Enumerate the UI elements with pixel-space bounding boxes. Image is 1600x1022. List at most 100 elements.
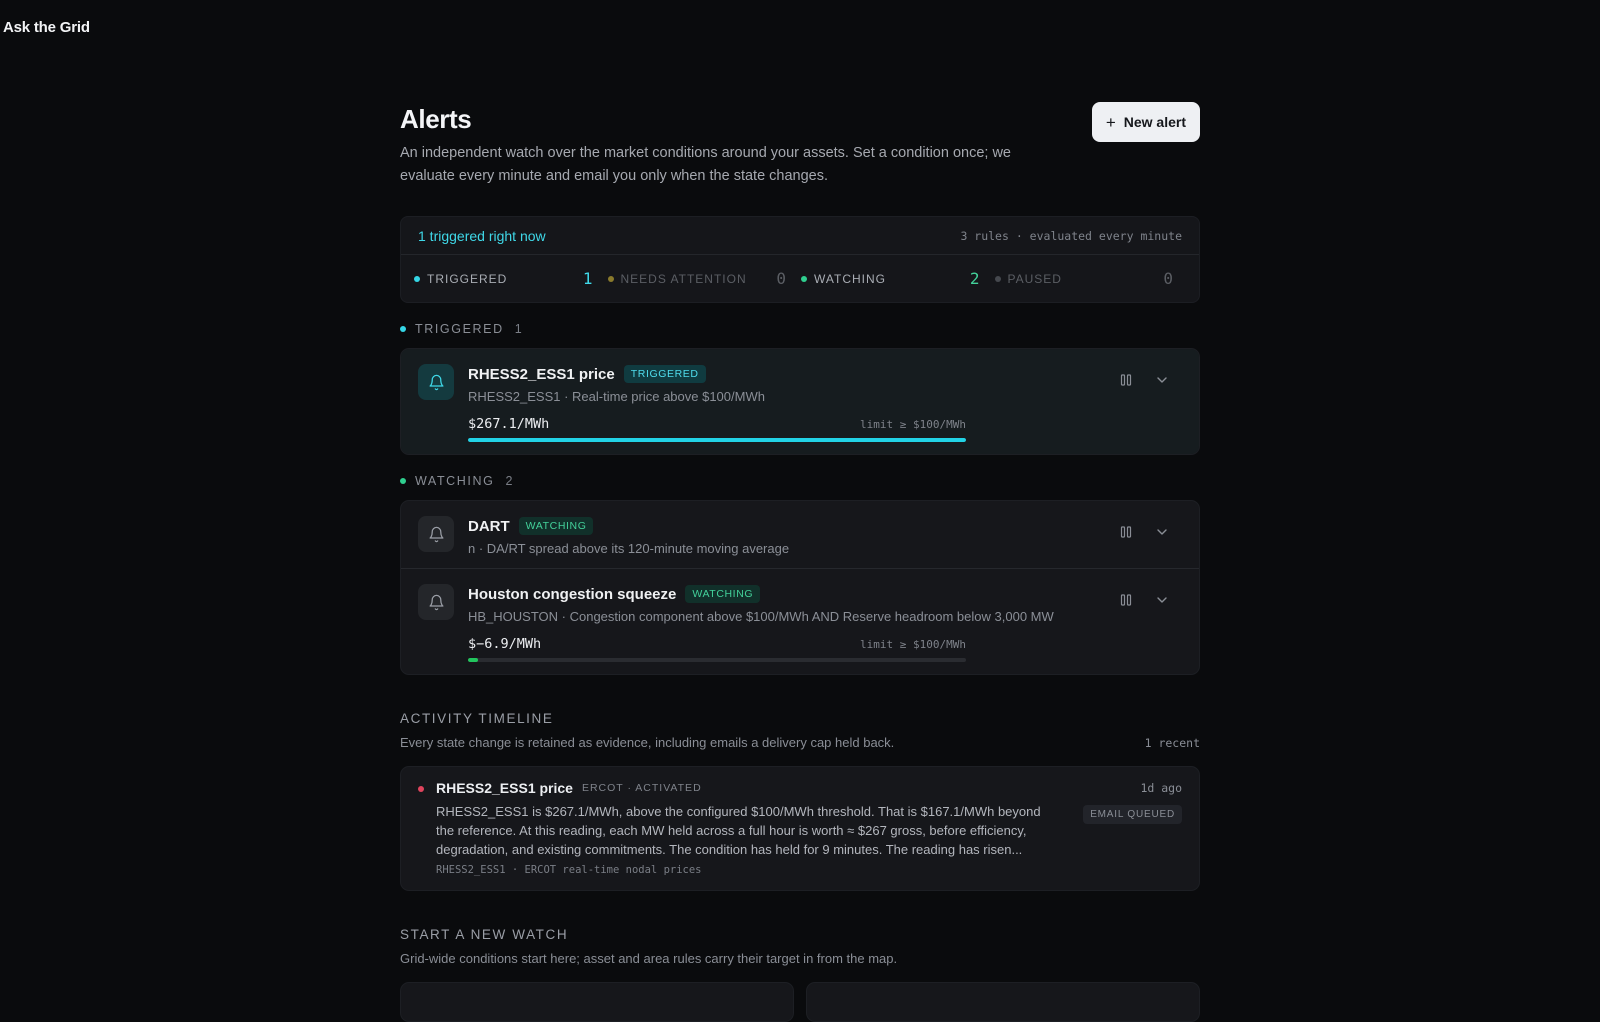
- email-status-badge: EMAIL QUEUED: [1083, 805, 1182, 824]
- alert-metric: $−6.9/MWh limit ≥ $100/MWh: [468, 636, 966, 662]
- event-time: 1d ago: [1140, 781, 1182, 795]
- alert-body: Houston congestion squeeze WATCHING HB_HOU…: [468, 584, 1182, 662]
- watching-section-label: WATCHING: [415, 474, 495, 488]
- stat-label-group: PAUSED: [994, 271, 1062, 286]
- triggered-section-count: 1: [514, 322, 524, 336]
- rules-meta: 3 rules · evaluated every minute: [960, 228, 1182, 243]
- status-stats: TRIGGERED 1 NEEDS ATTENTION 0 WATCHING 2 PAUSE…: [401, 255, 1199, 302]
- event-dot-icon: [418, 786, 424, 792]
- plus-icon: +: [1105, 112, 1116, 132]
- event-body: RHESS2_ESS1 price ERCOT · ACTIVATED RHESS2…: [436, 780, 1182, 876]
- stat-count: 0: [776, 269, 786, 288]
- pause-icon[interactable]: [1117, 523, 1135, 541]
- event-meta: ERCOT · ACTIVATED: [581, 782, 702, 794]
- alert-actions: [1117, 591, 1171, 609]
- event-title-row: RHESS2_ESS1 price ERCOT · ACTIVATED: [436, 780, 1062, 796]
- metric-limit: limit ≥ $100/MWh: [860, 638, 966, 651]
- alert-title-row: DART WATCHING: [468, 517, 1182, 535]
- new-watch-option[interactable]: [400, 982, 794, 1022]
- activity-events: RHESS2_ESS1 price ERCOT · ACTIVATED RHESS2…: [400, 766, 1200, 891]
- stat-count: 0: [1163, 269, 1173, 288]
- progress-bar: [468, 658, 966, 662]
- chevron-down-icon[interactable]: [1153, 371, 1171, 389]
- alert-card[interactable]: RHESS2_ESS1 price TRIGGERED RHESS2_ESS1 · …: [401, 349, 1199, 454]
- triggered-alerts: RHESS2_ESS1 price TRIGGERED RHESS2_ESS1 · …: [400, 348, 1200, 455]
- status-dot-icon: [994, 275, 1001, 282]
- alerts-page: Alerts An independent watch over the mar…: [400, 100, 1200, 1022]
- triggered-section-label: TRIGGERED: [415, 322, 504, 336]
- status-summary: 1 triggered right now 3 rules · evaluate…: [400, 216, 1200, 303]
- stat-count: 2: [969, 269, 980, 288]
- event-text: RHESS2_ESS1 is $267.1/MWh, above the con…: [436, 804, 1041, 857]
- alert-actions: [1117, 523, 1171, 541]
- stat-watching: WATCHING 2: [800, 269, 994, 288]
- alert-title: Houston congestion squeeze: [468, 585, 677, 603]
- metric-value: $−6.9/MWh: [468, 636, 542, 652]
- event-source: RHESS2_ESS1 · ERCOT real-time nodal pric…: [436, 864, 702, 876]
- watching-section-header: WATCHING 2: [400, 474, 1200, 488]
- alert-condition: n · DA/RT spread above its 120-minute mo…: [468, 541, 790, 556]
- alert-card[interactable]: DART WATCHING n · DA/RT spread above its 1…: [401, 501, 1199, 568]
- metric-row: $267.1/MWh limit ≥ $100/MWh: [468, 416, 966, 432]
- bell-icon: [418, 364, 454, 400]
- new-watch-option[interactable]: [806, 982, 1200, 1022]
- activity-recent-count: 1 recent: [1144, 736, 1200, 750]
- status-badge: TRIGGERED: [623, 365, 706, 383]
- stat-label-group: WATCHING: [801, 272, 886, 286]
- stat-label-group: NEEDS ATTENTION: [607, 272, 747, 286]
- alert-title-row: RHESS2_ESS1 price TRIGGERED: [468, 365, 1182, 383]
- watching-section-count: 2: [505, 474, 515, 488]
- stat-label: PAUSED: [1007, 271, 1062, 286]
- stat-paused: PAUSED 0: [994, 269, 1188, 288]
- watching-alerts: DART WATCHING n · DA/RT spread above its 1…: [400, 500, 1200, 675]
- alert-title: DART: [468, 517, 510, 535]
- activity-description: Every state change is retained as eviden…: [400, 735, 895, 750]
- activity-title: ACTIVITY TIMELINE: [400, 711, 554, 726]
- stat-label: TRIGGERED: [427, 271, 508, 286]
- alert-condition: RHESS2_ESS1 · Real-time price above $100…: [468, 389, 765, 404]
- stat-needs-attention: NEEDS ATTENTION 0: [607, 269, 801, 288]
- status-dot-icon: [414, 275, 420, 282]
- new-watch-title: START A NEW WATCH: [400, 927, 569, 942]
- alert-body: RHESS2_ESS1 price TRIGGERED RHESS2_ESS1 · …: [468, 364, 1182, 442]
- new-watch-options: [400, 982, 1200, 1022]
- alert-metric: $267.1/MWh limit ≥ $100/MWh: [468, 416, 966, 442]
- status-badge: WATCHING: [685, 585, 761, 603]
- bell-icon: [418, 516, 454, 552]
- stat-triggered: TRIGGERED 1: [413, 269, 607, 288]
- status-dot-icon: [607, 275, 614, 282]
- alert-title: RHESS2_ESS1 price: [468, 365, 615, 383]
- metric-row: $−6.9/MWh limit ≥ $100/MWh: [468, 636, 966, 652]
- page-title: Alerts: [400, 104, 472, 134]
- stat-count: 1: [582, 269, 593, 288]
- pause-icon[interactable]: [1117, 591, 1135, 609]
- page-description: An independent watch over the market con…: [400, 145, 1011, 184]
- progress-fill: [468, 658, 478, 662]
- new-watch-section: START A NEW WATCH Grid-wide conditions s…: [400, 927, 1200, 1022]
- event-title: RHESS2_ESS1 price: [436, 780, 573, 796]
- alert-title-row: Houston congestion squeeze WATCHING: [468, 585, 1182, 603]
- page-header: Alerts An independent watch over the mar…: [400, 100, 1200, 212]
- triggered-section-header: TRIGGERED 1: [400, 322, 1200, 336]
- new-alert-button[interactable]: + New alert: [1091, 102, 1200, 142]
- stat-label-group: TRIGGERED: [414, 272, 507, 286]
- new-watch-description: Grid-wide conditions start here; asset a…: [400, 951, 898, 966]
- alert-actions: [1117, 371, 1171, 389]
- progress-fill: [468, 438, 966, 442]
- summary-header: 1 triggered right now 3 rules · evaluate…: [401, 217, 1199, 255]
- triggered-dot-icon: [400, 326, 406, 332]
- status-badge: WATCHING: [518, 517, 594, 535]
- progress-bar: [468, 438, 966, 442]
- new-alert-label: New alert: [1123, 114, 1186, 130]
- chevron-down-icon[interactable]: [1153, 591, 1171, 609]
- alert-body: DART WATCHING n · DA/RT spread above its 1…: [468, 516, 1182, 556]
- app-brand[interactable]: Ask the Grid: [3, 19, 90, 36]
- triggered-headline: 1 triggered right now: [418, 227, 546, 244]
- alert-card[interactable]: Houston congestion squeeze WATCHING HB_HOU…: [401, 568, 1199, 674]
- chevron-down-icon[interactable]: [1153, 523, 1171, 541]
- activity-event[interactable]: RHESS2_ESS1 price ERCOT · ACTIVATED RHESS2…: [400, 766, 1200, 891]
- stat-label: WATCHING: [814, 271, 886, 286]
- watching-dot-icon: [400, 478, 406, 484]
- metric-value: $267.1/MWh: [468, 416, 550, 432]
- pause-icon[interactable]: [1117, 371, 1135, 389]
